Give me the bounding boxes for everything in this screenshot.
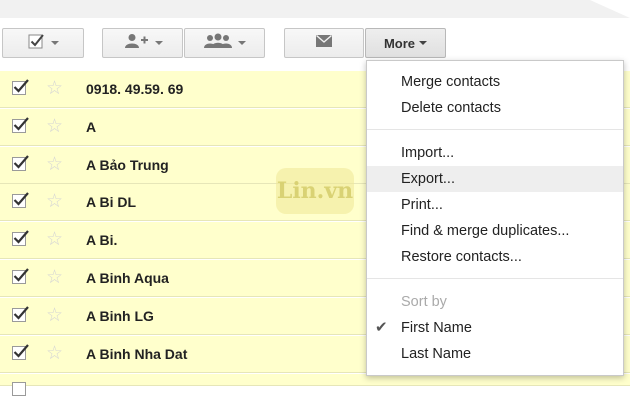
sort-first-name-label: First Name (401, 320, 472, 336)
star-icon[interactable]: ☆ (46, 117, 63, 137)
top-bar (0, 0, 630, 18)
checkmark-icon: ✔ (375, 319, 388, 336)
email-button[interactable] (284, 28, 364, 58)
more-label: More (383, 35, 416, 51)
more-button[interactable]: More (365, 28, 446, 58)
contact-name[interactable]: A Binh LG (86, 308, 154, 324)
contact-name[interactable]: 0918. 49.59. 69 (86, 81, 183, 97)
chevron-down-icon (50, 41, 59, 45)
menu-divider (367, 129, 623, 130)
row-checkbox[interactable] (12, 79, 29, 95)
check-icon (13, 117, 29, 131)
check-icon (13, 192, 29, 206)
add-to-group-button[interactable] (102, 28, 183, 58)
star-icon[interactable]: ☆ (46, 268, 63, 288)
chevron-down-icon (419, 41, 428, 45)
menu-item-export[interactable]: Export... (367, 166, 623, 192)
check-icon (13, 268, 29, 282)
row-checkbox[interactable] (12, 268, 29, 284)
check-icon (13, 344, 29, 358)
contact-name[interactable]: A Binh Nha Dat (86, 346, 187, 362)
check-icon (13, 230, 29, 244)
watermark-logo: Lin.vn (276, 168, 354, 214)
checkbox-icon (28, 33, 45, 54)
menu-divider (367, 278, 623, 279)
row-checkbox[interactable] (12, 155, 29, 171)
menu-item-sort-first-name[interactable]: ✔ First Name (367, 315, 623, 341)
row-checkbox[interactable] (12, 117, 29, 133)
star-icon[interactable]: ☆ (46, 306, 63, 326)
menu-item-sort-last-name[interactable]: Last Name (367, 341, 623, 367)
menu-item-restore-contacts[interactable]: Restore contacts... (367, 244, 623, 270)
menu-item-import[interactable]: Import... (367, 140, 623, 166)
mail-icon (316, 34, 332, 52)
row-checkbox[interactable] (12, 306, 29, 322)
star-icon[interactable]: ☆ (46, 230, 63, 250)
check-icon (13, 306, 29, 320)
menu-heading-sort-by: Sort by (401, 294, 447, 310)
star-icon[interactable]: ☆ (46, 192, 63, 212)
row-checkbox[interactable] (12, 230, 29, 246)
add-person-icon (123, 33, 149, 54)
chevron-down-icon (154, 41, 163, 45)
more-dropdown-menu: Merge contacts Delete contacts Import...… (366, 60, 624, 376)
star-icon[interactable]: ☆ (46, 344, 63, 364)
menu-item-find-merge-duplicates[interactable]: Find & merge duplicates... (367, 218, 623, 244)
contact-name[interactable]: A Bi. (86, 232, 117, 248)
contact-name[interactable]: A Bi DL (86, 194, 136, 210)
star-icon[interactable]: ☆ (46, 79, 63, 99)
star-icon[interactable]: ☆ (46, 155, 63, 175)
contact-name[interactable]: A (86, 119, 96, 135)
groups-button[interactable] (184, 28, 265, 58)
chevron-down-icon (237, 41, 246, 45)
menu-item-merge-contacts[interactable]: Merge contacts (367, 69, 623, 95)
select-all-button[interactable] (2, 28, 84, 58)
row-checkbox[interactable] (12, 382, 26, 396)
menu-item-print[interactable]: Print... (367, 192, 623, 218)
contact-name[interactable]: A Bảo Trung (86, 157, 169, 173)
menu-item-delete-contacts[interactable]: Delete contacts (367, 95, 623, 121)
contact-name[interactable]: A Binh Aqua (86, 270, 169, 286)
row-checkbox[interactable] (12, 192, 29, 208)
check-icon (13, 79, 29, 93)
check-icon (13, 155, 29, 169)
row-checkbox[interactable] (12, 344, 29, 360)
group-icon (203, 33, 232, 54)
